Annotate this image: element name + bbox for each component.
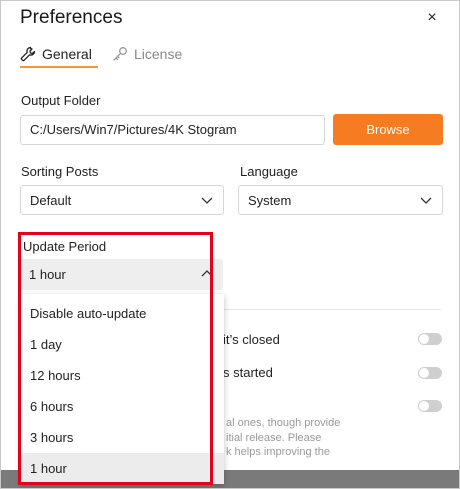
chevron-up-icon xyxy=(201,270,213,277)
dropdown-option-selected[interactable]: 1 hour xyxy=(21,453,224,484)
output-folder-label: Output Folder xyxy=(21,93,101,108)
dropdown-option[interactable]: 12 hours xyxy=(21,360,224,391)
toggle-text-started: s started xyxy=(223,365,273,380)
update-period-label: Update Period xyxy=(23,239,107,254)
sorting-posts-select[interactable]: Default xyxy=(20,185,224,215)
update-period-value: 1 hour xyxy=(29,267,66,282)
update-period-dropdown: Disable auto-update 1 day 12 hours 6 hou… xyxy=(21,294,224,484)
wrench-icon xyxy=(20,46,36,62)
tab-general-label: General xyxy=(42,46,92,62)
window-title: Preferences xyxy=(20,7,123,28)
chevron-down-icon xyxy=(420,197,432,204)
sorting-posts-value: Default xyxy=(30,192,72,208)
close-button[interactable]: × xyxy=(421,7,443,29)
language-label: Language xyxy=(240,164,298,179)
dropdown-option[interactable]: 1 day xyxy=(21,329,224,360)
update-period-select[interactable]: 1 hour xyxy=(20,259,223,290)
tab-general[interactable]: General xyxy=(20,41,98,68)
toggle-text-closed: it’s closed xyxy=(223,332,280,347)
toggle-switch[interactable] xyxy=(418,400,442,412)
description-line: itial release. Please xyxy=(226,432,322,444)
dropdown-option[interactable]: 6 hours xyxy=(21,391,224,422)
close-icon[interactable]: × xyxy=(427,9,436,26)
toggle-switch[interactable] xyxy=(418,333,442,345)
sorting-posts-label: Sorting Posts xyxy=(21,164,99,179)
tab-license[interactable]: License xyxy=(112,41,182,67)
chevron-down-icon xyxy=(201,197,213,204)
key-icon xyxy=(112,46,128,62)
description-line: k helps improving the xyxy=(226,446,330,458)
dropdown-option[interactable]: Disable auto-update xyxy=(21,298,224,329)
toggle-switch[interactable] xyxy=(418,367,442,379)
tab-license-label: License xyxy=(134,46,183,62)
description-line: al ones, though provide xyxy=(226,417,341,429)
language-value: System xyxy=(248,192,292,208)
browse-button[interactable]: Browse xyxy=(333,114,443,145)
preferences-window: Preferences × General License Output Fol… xyxy=(0,0,460,489)
language-select[interactable]: System xyxy=(238,185,443,215)
output-folder-field[interactable]: C:/Users/Win7/Pictures/4K Stogram xyxy=(20,115,325,145)
dropdown-option[interactable]: 3 hours xyxy=(21,422,224,453)
